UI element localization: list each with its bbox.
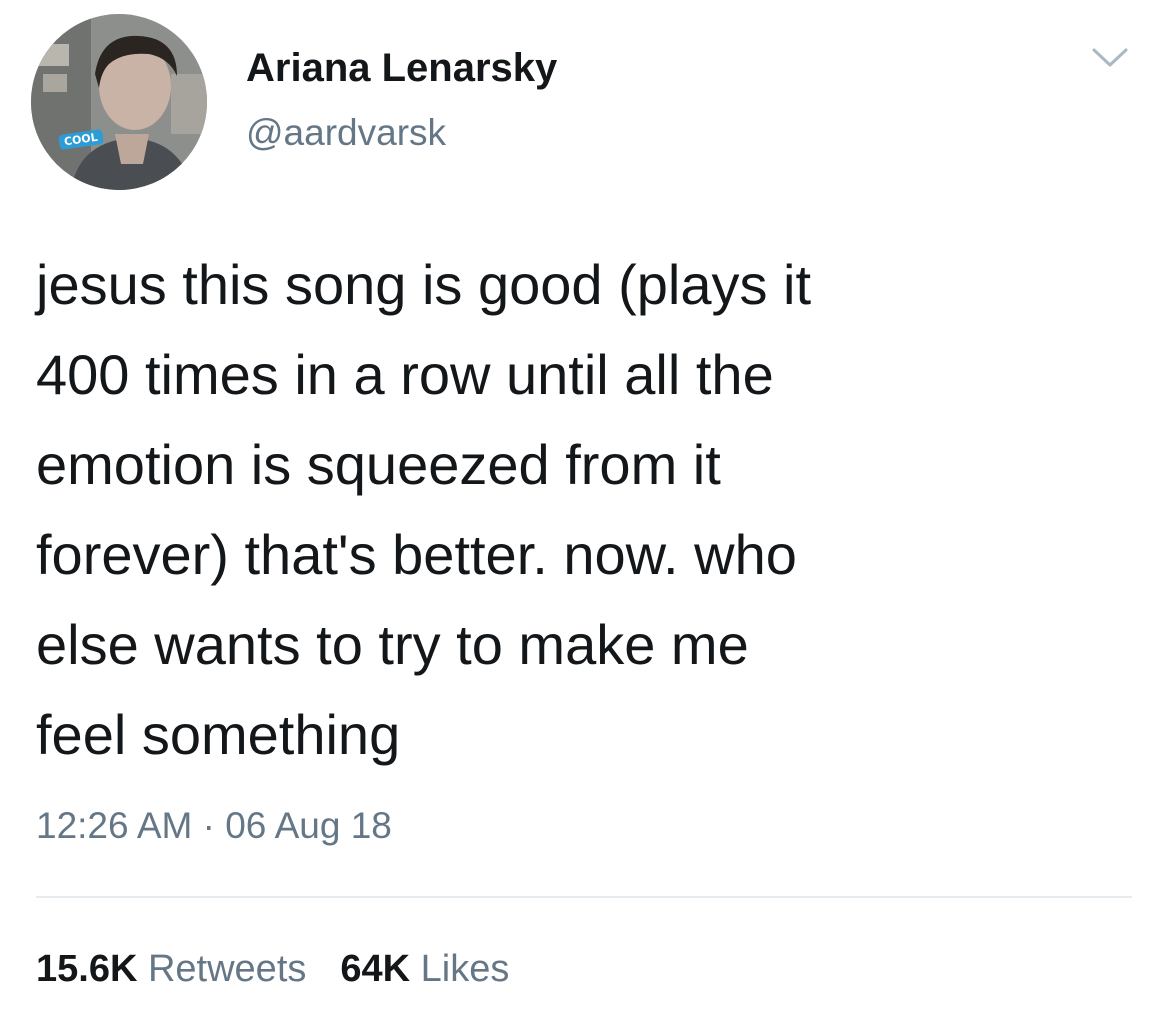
retweets-stat[interactable]: 15.6K Retweets [36, 948, 306, 990]
tweet-text-line: feel something [36, 703, 401, 766]
retweets-label: Retweets [147, 948, 307, 990]
tweet-text-line: jesus this song is good (plays it [36, 253, 812, 316]
tweet-text-line: emotion is squeezed from it [36, 433, 721, 496]
likes-count: 64K [340, 948, 411, 990]
avatar[interactable]: COOL [31, 14, 207, 190]
tweet-text-line: 400 times in a row until all the [36, 343, 774, 406]
tweet-text: jesus this song is good (plays it 400 ti… [36, 240, 1116, 780]
likes-stat[interactable]: 64K Likes [340, 948, 509, 990]
retweets-count: 15.6K [36, 948, 138, 990]
tweet-stats: 15.6K Retweets 64K Likes [36, 948, 543, 991]
avatar-image [31, 14, 207, 190]
tweet-text-line: forever) that's better. now. who [36, 523, 797, 586]
likes-label: Likes [420, 948, 510, 990]
display-name[interactable]: Ariana Lenarsky [246, 46, 557, 91]
user-handle[interactable]: @aardvarsk [246, 112, 446, 154]
divider [36, 896, 1132, 898]
tweet-card: COOL Ariana Lenarsky @aardvarsk jesus th… [0, 0, 1157, 1022]
tweet-text-line: else wants to try to make me [36, 613, 749, 676]
tweet-timestamp[interactable]: 12:26 AM · 06 Aug 18 [36, 805, 392, 847]
chevron-down-icon[interactable] [1090, 46, 1130, 70]
